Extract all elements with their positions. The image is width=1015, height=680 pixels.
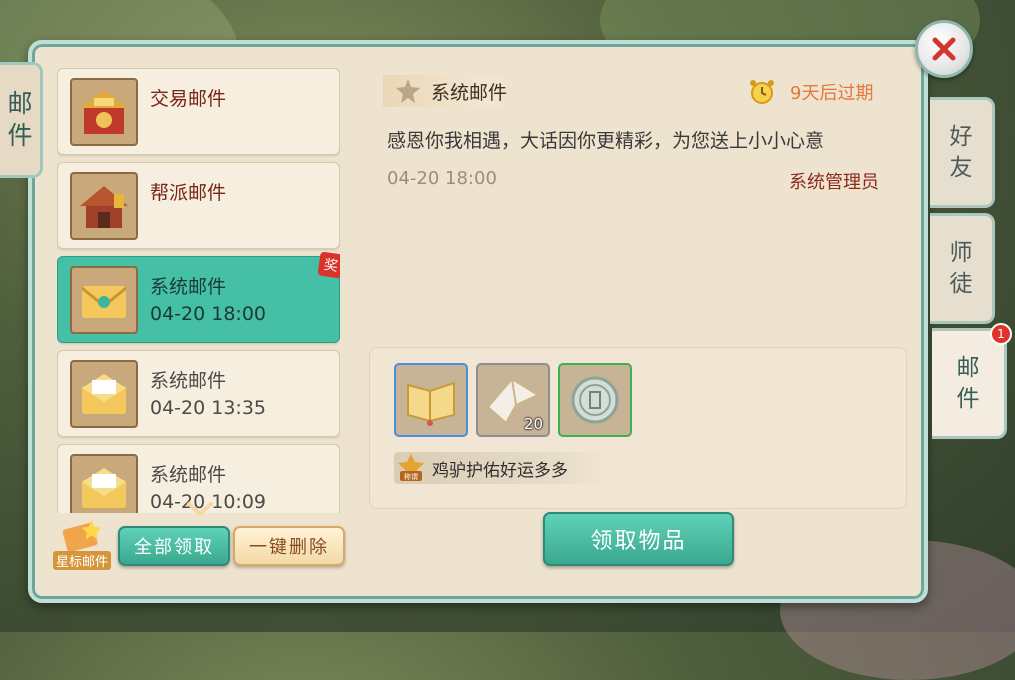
- star-envelope-icon: [62, 519, 102, 551]
- guild-house-icon: [70, 172, 138, 240]
- attachment-item[interactable]: [558, 363, 632, 437]
- mail-date: 04-20 13:35: [150, 397, 267, 419]
- mail-title: 系统邮件: [150, 276, 227, 298]
- claim-items-button[interactable]: 领取物品: [543, 512, 734, 566]
- envelope-icon: [70, 266, 138, 334]
- tab-mail[interactable]: 邮 件 1: [932, 323, 1012, 439]
- detail-header: 系统邮件: [383, 75, 508, 107]
- mail-title: 系统邮件: [150, 464, 227, 486]
- delete-all-button[interactable]: 一键删除: [233, 526, 345, 566]
- notification-badge: 1: [990, 323, 1012, 345]
- tab-master-apprentice[interactable]: 师 徒: [930, 213, 995, 324]
- tab-label-char: 件: [956, 385, 980, 412]
- mail-item-trade[interactable]: 交易邮件: [57, 68, 340, 155]
- book-scroll-icon: [407, 381, 455, 426]
- expire-info: 9天后过期: [748, 78, 873, 106]
- star-mail-label: 星标邮件: [52, 551, 111, 570]
- mail-title: 交易邮件: [150, 88, 227, 110]
- panel-side-title: 邮 件: [0, 62, 43, 178]
- mail-date: 04-20 18:00: [150, 303, 267, 325]
- claim-all-button[interactable]: 全部领取: [118, 526, 230, 566]
- mail-item-system-selected[interactable]: 系统邮件 04-20 18:00 奖: [57, 251, 340, 343]
- tab-label-char: 好: [949, 123, 973, 150]
- close-button[interactable]: [915, 20, 973, 78]
- reward-badge: 奖: [317, 251, 340, 279]
- side-title-char: 邮: [7, 89, 33, 118]
- tab-friends[interactable]: 好 友: [930, 97, 995, 208]
- tab-label-char: 邮: [956, 354, 980, 381]
- item-count: 20: [523, 415, 543, 433]
- detail-date: 04-20 18:00: [387, 168, 497, 189]
- title-reward-chip: 称谓 鸡驴护佑好运多多: [394, 452, 604, 484]
- mail-item-system[interactable]: 系统邮件 04-20 13:35: [57, 350, 340, 437]
- open-envelope-icon: [70, 454, 138, 513]
- attachment-item[interactable]: 20: [476, 363, 550, 437]
- silver-coin-icon: [571, 376, 619, 424]
- attachment-item[interactable]: [394, 363, 468, 437]
- close-icon: [932, 37, 956, 61]
- star-icon: [396, 79, 420, 103]
- tab-label-char: 友: [949, 154, 973, 181]
- mail-body: 感恩你我相遇，大话因你更精彩，为您送上小小心意: [387, 130, 825, 152]
- title-badge-icon: 称谓: [398, 454, 424, 481]
- mail-item-guild[interactable]: 帮派邮件: [57, 162, 340, 249]
- tab-label-char: 师: [949, 239, 973, 266]
- mail-title: 系统邮件: [150, 370, 227, 392]
- open-envelope-icon: [70, 360, 138, 428]
- trade-shop-icon: [70, 78, 138, 146]
- side-title-char: 件: [7, 121, 33, 150]
- detail-title: 系统邮件: [431, 81, 508, 104]
- chevron-down-icon[interactable]: [185, 500, 215, 520]
- star-mail-button[interactable]: 星标邮件: [48, 518, 116, 570]
- sender-name: 系统管理员: [789, 172, 879, 193]
- alarm-clock-icon: [750, 80, 774, 104]
- expire-text: 9天后过期: [790, 83, 874, 104]
- mail-title: 帮派邮件: [150, 182, 227, 204]
- title-reward-text: 鸡驴护佑好运多多: [432, 460, 568, 481]
- title-badge-label: 称谓: [404, 472, 418, 481]
- tab-label-char: 徒: [949, 270, 973, 297]
- mail-list[interactable]: 交易邮件 帮派邮件 系统邮件 04-20 18:00 奖 系统邮件 04-20 …: [57, 68, 340, 513]
